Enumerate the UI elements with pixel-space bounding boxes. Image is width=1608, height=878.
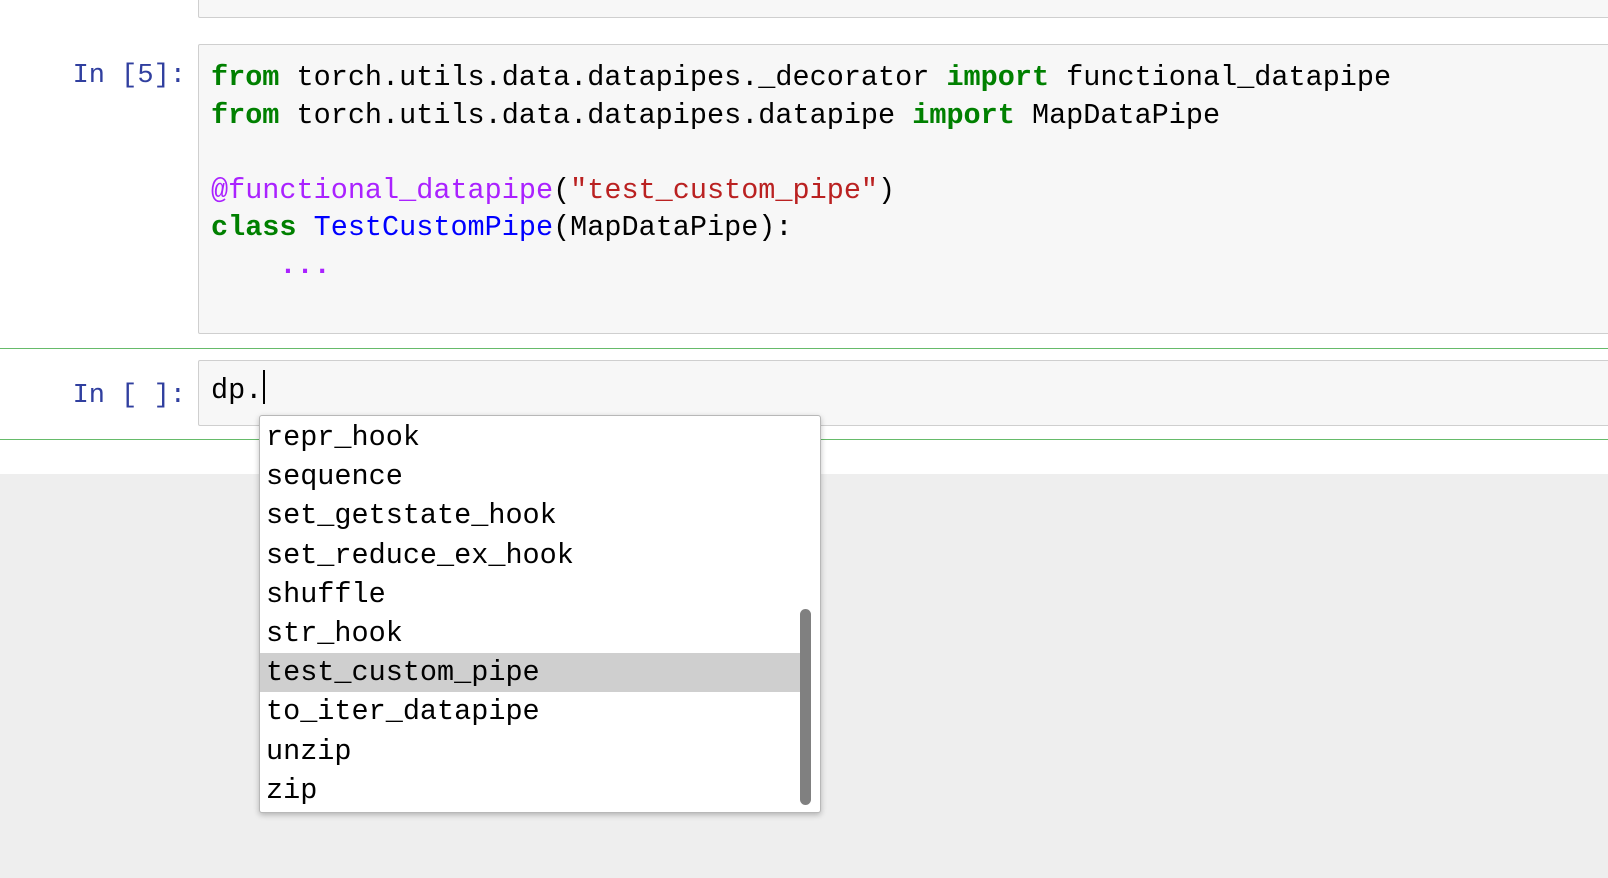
code-token: @functional_datapipe [211, 173, 554, 207]
autocomplete-item[interactable]: unzip [260, 732, 805, 771]
autocomplete-item[interactable]: zip [260, 771, 805, 810]
autocomplete-dropdown[interactable]: repr_hook sequence set_getstate_hook set_re… [259, 415, 821, 813]
code-token: torch.utils.data.datapipes.datapipe [279, 98, 913, 132]
code-line: @functional_datapipe("test_custom_pipe") [211, 172, 1391, 210]
autocomplete-item[interactable]: set_reduce_ex_hook [260, 536, 805, 575]
autocomplete-item[interactable]: shuffle [260, 575, 805, 614]
autocomplete-item[interactable]: to_iter_datapipe [260, 692, 805, 731]
notebook-container: In [5]: from torch.utils.data.datapipes.… [0, 0, 1608, 474]
autocomplete-item[interactable]: test_custom_pipe [260, 653, 805, 693]
code-token: ... [279, 248, 331, 282]
code-text: dp. [211, 374, 263, 407]
code-token: import [912, 98, 1015, 132]
code-token: from [211, 98, 280, 132]
text-cursor [263, 370, 266, 405]
autocomplete-item[interactable]: str_hook [260, 614, 805, 653]
autocomplete-list[interactable]: repr_hook sequence set_getstate_hook set_re… [260, 418, 805, 810]
cell-prompt-empty: In [ ]: [72, 381, 186, 411]
code-cell-input[interactable]: from torch.utils.data.datapipes._decorat… [198, 44, 1608, 334]
code-line: ... [211, 247, 1391, 285]
code-token: functional_datapipe [1049, 61, 1392, 94]
code-token: ) [878, 173, 896, 207]
autocomplete-item[interactable]: set_getstate_hook [260, 496, 805, 535]
code-line: from torch.utils.data.datapipes.datapipe… [211, 97, 1391, 135]
code-token: "test_custom_pipe" [570, 173, 879, 207]
code-line: from torch.utils.data.datapipes._decorat… [211, 59, 1391, 97]
code-token: ( [553, 173, 571, 207]
cell-prompt: In [5]: [72, 61, 186, 91]
previous-cell-input[interactable] [198, 0, 1608, 18]
code-token: TestCustomPipe [313, 211, 554, 244]
autocomplete-item[interactable]: sequence [260, 457, 805, 496]
code-token: import [946, 61, 1050, 94]
code-token: from [211, 61, 280, 94]
code-token: torch.utils.data.datapipes._decorator [279, 61, 947, 94]
autocomplete-item[interactable]: repr_hook [260, 418, 805, 457]
code-editor-active[interactable]: dp. [211, 370, 266, 410]
code-token: class [211, 211, 297, 244]
code-editor[interactable]: from torch.utils.data.datapipes._decorat… [211, 59, 1391, 284]
code-token: MapDataPipe [1014, 98, 1221, 132]
code-token: (MapDataPipe): [553, 211, 793, 244]
code-line: class TestCustomPipe(MapDataPipe): [211, 209, 1391, 247]
scrollbar-thumb[interactable] [800, 609, 811, 805]
